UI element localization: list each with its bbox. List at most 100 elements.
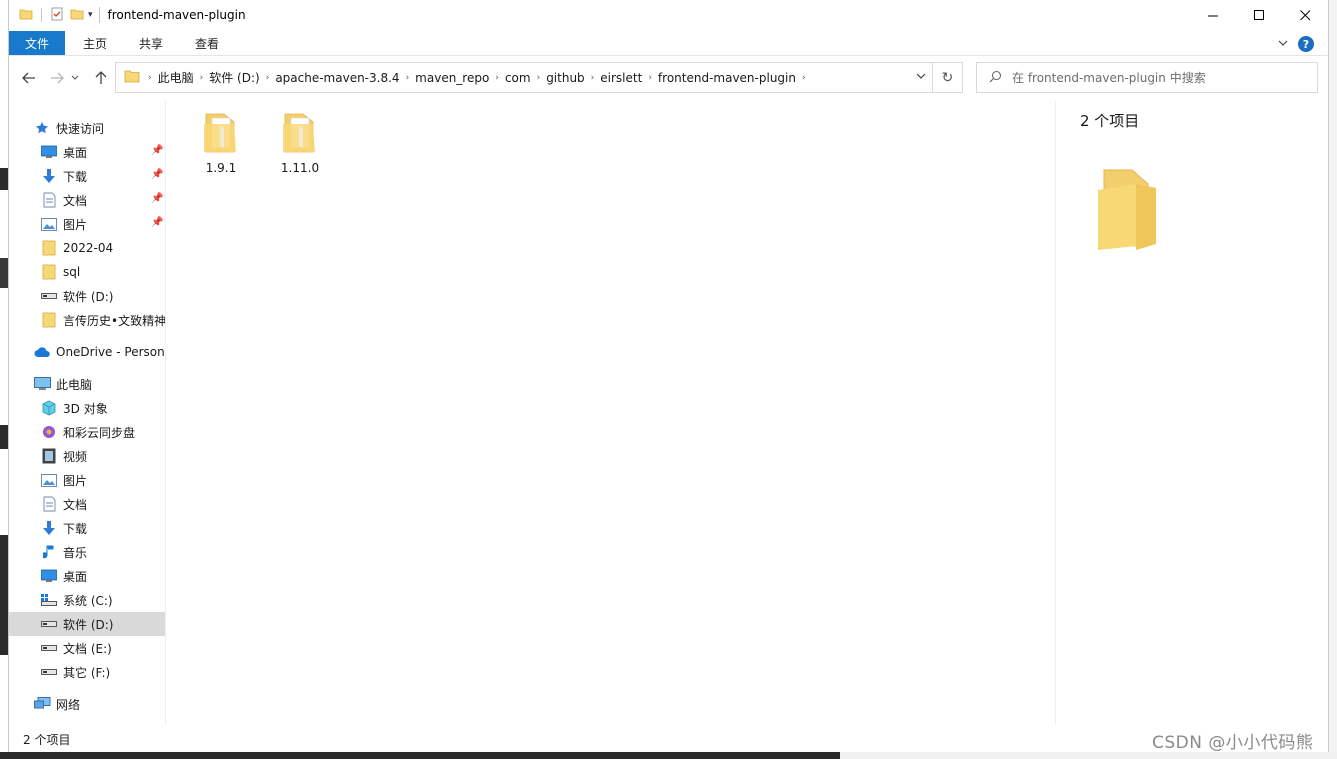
address-history-chevron-icon[interactable] <box>916 72 926 83</box>
breadcrumb-separator-icon[interactable]: › <box>537 73 541 83</box>
computer-icon <box>33 376 51 392</box>
nav-label: 图片 <box>63 217 88 232</box>
nav-onedrive[interactable]: OneDrive - Persona <box>9 340 166 364</box>
breadcrumb-frontend-maven-plugin[interactable]: frontend-maven-plugin <box>658 71 796 85</box>
expand-ribbon-chevron-icon[interactable] <box>1278 39 1288 50</box>
folder-icon <box>40 264 58 280</box>
desktop-icon <box>40 568 58 584</box>
close-button[interactable] <box>1282 0 1328 30</box>
nav-label: sql <box>63 265 81 279</box>
nav-network[interactable]: 网络 <box>9 692 165 716</box>
nav-item-drive-d[interactable]: 软件 (D:) <box>9 612 165 636</box>
customize-toolbar-chevron-icon[interactable]: ▾ <box>88 10 93 20</box>
nav-item-3d-objects[interactable]: 3D 对象 <box>9 396 165 420</box>
properties-icon[interactable] <box>50 7 64 24</box>
nav-item-downloads[interactable]: 下载 📌 <box>9 164 165 188</box>
nav-this-pc[interactable]: 此电脑 <box>9 372 165 396</box>
nav-label: 2022-04 <box>63 241 114 255</box>
pin-icon[interactable]: 📌 <box>151 193 163 204</box>
nav-label: 系统 (C:) <box>63 593 113 608</box>
nav-item-desktop[interactable]: 桌面 📌 <box>9 140 165 164</box>
window-controls <box>1190 0 1328 30</box>
maximize-button[interactable] <box>1236 0 1282 30</box>
search-input[interactable]: 在 frontend-maven-plugin 中搜索 <box>976 62 1318 93</box>
nav-item-desktop-pc[interactable]: 桌面 <box>9 564 165 588</box>
breadcrumb-eirslett[interactable]: eirslett <box>600 71 642 85</box>
new-folder-icon[interactable] <box>70 7 84 24</box>
nav-item-pictures[interactable]: 图片 📌 <box>9 212 165 236</box>
help-icon[interactable]: ? <box>1298 36 1314 52</box>
folder-item-1-11-0[interactable]: 1.11.0 <box>265 110 335 175</box>
tab-view[interactable]: 查看 <box>181 31 233 55</box>
window-title: frontend-maven-plugin <box>107 8 246 22</box>
nav-item-folder-sql[interactable]: sql <box>9 260 165 284</box>
breadcrumb-separator-icon[interactable]: › <box>266 73 270 83</box>
file-name: 1.11.0 <box>280 161 320 175</box>
folder-icon <box>40 312 58 328</box>
network-icon <box>33 696 51 712</box>
back-button[interactable] <box>19 69 39 87</box>
pin-icon[interactable]: 📌 <box>151 145 163 156</box>
quick-access-toolbar: ▾ <box>19 7 93 24</box>
ribbon-tabs: 文件 主页 共享 查看 ? <box>9 30 1328 56</box>
breadcrumb-separator-icon[interactable]: › <box>495 73 499 83</box>
nav-label: 3D 对象 <box>63 401 108 416</box>
drive-icon <box>40 640 58 656</box>
recent-locations-chevron-icon[interactable] <box>69 69 81 87</box>
breadcrumb-separator-icon[interactable]: › <box>802 73 806 83</box>
nav-quick-access[interactable]: 快速访问 <box>9 116 165 140</box>
breadcrumb-separator-icon[interactable]: › <box>648 73 652 83</box>
right-background-strip <box>1329 0 1337 759</box>
nav-label: 快速访问 <box>56 121 105 136</box>
breadcrumb-separator-icon[interactable]: › <box>406 73 410 83</box>
breadcrumb-drive-d[interactable]: 软件 (D:) <box>209 69 259 86</box>
tab-share[interactable]: 共享 <box>125 31 177 55</box>
navigation-pane: 快速访问 桌面 📌 下载 📌 文档 📌 图片 📌 2022-04 sql 软件 … <box>9 100 166 725</box>
minimize-button[interactable] <box>1190 0 1236 30</box>
breadcrumb-separator-icon[interactable]: › <box>148 73 152 83</box>
breadcrumb-maven-repo[interactable]: maven_repo <box>415 71 489 85</box>
nav-item-drive-c[interactable]: 系统 (C:) <box>9 588 165 612</box>
nav-label: 网络 <box>56 697 81 712</box>
breadcrumb-separator-icon[interactable]: › <box>591 73 595 83</box>
pin-icon[interactable]: 📌 <box>151 217 163 228</box>
breadcrumb-github[interactable]: github <box>546 71 584 85</box>
address-bar[interactable]: › 此电脑 › 软件 (D:) › apache-maven-3.8.4 › m… <box>115 62 933 93</box>
star-icon <box>33 120 51 136</box>
file-list: 1.9.1 1.11.0 <box>167 100 1055 725</box>
nav-label: OneDrive - Persona <box>56 345 166 359</box>
document-icon <box>40 496 58 512</box>
nav-label: 桌面 <box>63 569 88 584</box>
status-bar-text: 2 个项目 <box>23 733 71 747</box>
pin-icon[interactable]: 📌 <box>151 169 163 180</box>
nav-item-documents[interactable]: 文档 📌 <box>9 188 165 212</box>
download-icon <box>40 168 58 184</box>
nav-item-videos[interactable]: 视频 <box>9 444 165 468</box>
breadcrumb-this-pc[interactable]: 此电脑 <box>158 69 194 86</box>
nav-item-documents-pc[interactable]: 文档 <box>9 492 165 516</box>
title-separator <box>98 7 100 23</box>
nav-item-downloads-pc[interactable]: 下载 <box>9 516 165 540</box>
breadcrumb-apache-maven[interactable]: apache-maven-3.8.4 <box>275 71 399 85</box>
nav-item-cloud-sync[interactable]: 和彩云同步盘 <box>9 420 165 444</box>
up-button[interactable] <box>91 69 111 87</box>
nav-item-pictures-pc[interactable]: 图片 <box>9 468 165 492</box>
nav-item-drive-e[interactable]: 文档 (E:) <box>9 636 165 660</box>
nav-item-folder-history[interactable]: 言传历史•文致精神' <box>9 308 166 332</box>
nav-item-music[interactable]: 音乐 <box>9 540 165 564</box>
onedrive-cloud-icon <box>33 344 51 360</box>
nav-label: 软件 (D:) <box>63 617 114 632</box>
nav-item-drive-d-quick[interactable]: 软件 (D:) <box>9 284 165 308</box>
forward-button[interactable] <box>47 69 67 87</box>
refresh-button[interactable]: ↻ <box>933 62 963 93</box>
tab-file[interactable]: 文件 <box>9 31 66 55</box>
breadcrumb-separator-icon[interactable]: › <box>200 73 204 83</box>
nav-item-drive-f[interactable]: 其它 (F:) <box>9 660 165 684</box>
nav-item-folder-2022-04[interactable]: 2022-04 <box>9 236 165 260</box>
ribbon-right-controls: ? <box>1278 36 1314 52</box>
tab-home[interactable]: 主页 <box>69 31 121 55</box>
breadcrumb-com[interactable]: com <box>505 71 531 85</box>
cloud-sync-icon <box>40 424 58 440</box>
nav-label: 言传历史•文致精神' <box>63 313 166 328</box>
folder-item-1-9-1[interactable]: 1.9.1 <box>186 110 256 175</box>
